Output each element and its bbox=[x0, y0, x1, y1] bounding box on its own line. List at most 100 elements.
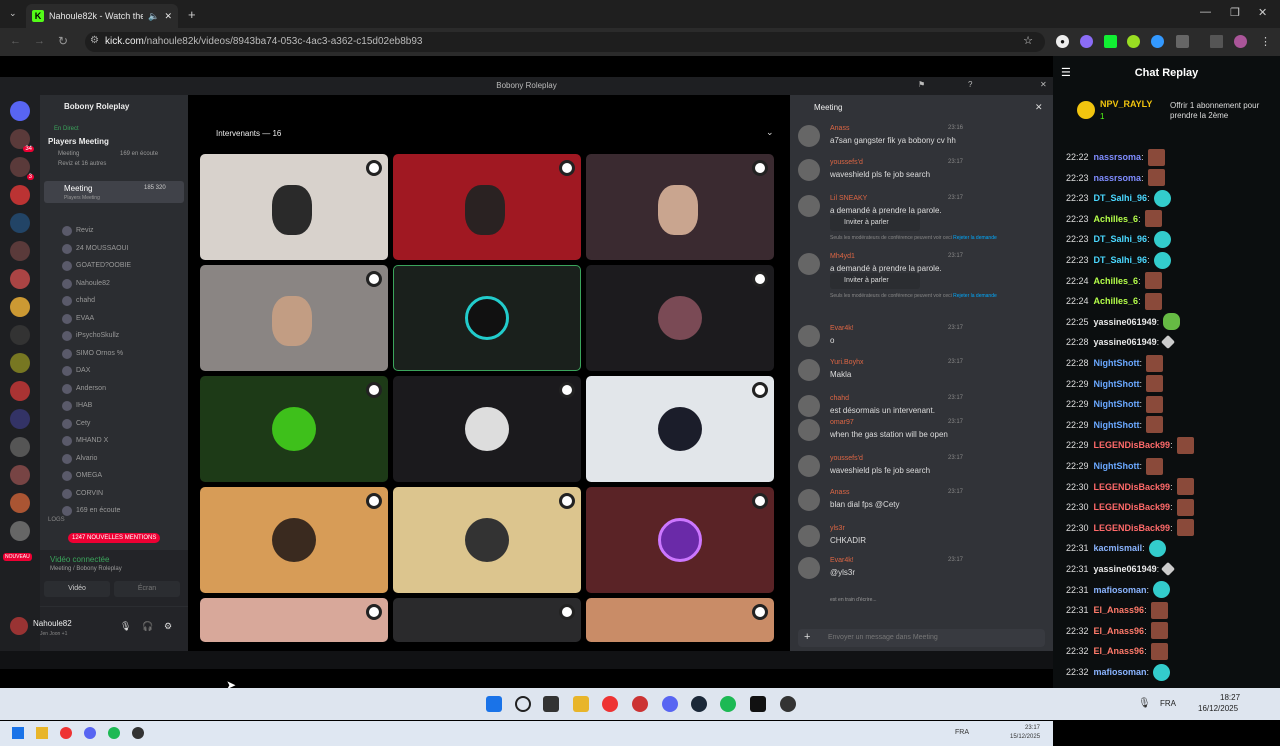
server-icon[interactable] bbox=[10, 409, 30, 429]
message-username[interactable]: NightShott bbox=[1094, 358, 1140, 368]
search-icon[interactable] bbox=[515, 696, 531, 712]
message-username[interactable]: LEGENDisBack99 bbox=[1094, 502, 1171, 512]
extension-icon-1[interactable]: ● bbox=[1056, 35, 1069, 48]
video-tile[interactable] bbox=[393, 598, 581, 642]
stage-title[interactable]: Players Meeting bbox=[48, 137, 109, 146]
server-name[interactable]: Bobony Roleplay bbox=[64, 102, 129, 111]
server-icon[interactable] bbox=[10, 297, 30, 317]
help-icon[interactable]: ? bbox=[968, 80, 972, 89]
avatar[interactable] bbox=[798, 325, 820, 347]
message-author[interactable]: Yuri.Boyhx bbox=[830, 359, 863, 366]
spotify-icon[interactable] bbox=[720, 696, 736, 712]
message-username[interactable]: yassine061949 bbox=[1094, 337, 1157, 347]
server-icon[interactable] bbox=[10, 185, 30, 205]
video-tile[interactable] bbox=[586, 376, 774, 482]
video-tile[interactable] bbox=[586, 598, 774, 642]
menu-lines-icon[interactable] bbox=[1210, 35, 1223, 48]
message-username[interactable]: El_Anass96 bbox=[1094, 646, 1145, 656]
os-lang[interactable]: FRA bbox=[1160, 699, 1176, 708]
reject-link[interactable]: Rejeter la demande bbox=[953, 293, 997, 299]
extension-icon-2[interactable] bbox=[1080, 35, 1093, 48]
app-icon[interactable] bbox=[780, 696, 796, 712]
avatar[interactable] bbox=[798, 159, 820, 181]
message-author[interactable]: Evar4k! bbox=[830, 325, 854, 332]
avatar[interactable] bbox=[798, 557, 820, 579]
avatar[interactable] bbox=[798, 195, 820, 217]
message-username[interactable]: NightShott bbox=[1094, 379, 1140, 389]
server-icon[interactable] bbox=[10, 241, 30, 261]
headphones-icon[interactable]: 🎧 bbox=[142, 621, 153, 632]
extension-icon-3[interactable] bbox=[1104, 35, 1117, 48]
screen-button[interactable]: Écran bbox=[114, 581, 180, 597]
message-username[interactable]: kacmismail bbox=[1094, 543, 1143, 553]
bookmark-star-icon[interactable]: ☆ bbox=[1023, 34, 1033, 47]
message-username[interactable]: Achilles_6 bbox=[1094, 276, 1139, 286]
server-icon[interactable] bbox=[10, 325, 30, 345]
avatar[interactable] bbox=[798, 253, 820, 275]
message-author[interactable]: Anass bbox=[830, 489, 849, 496]
site-info-icon[interactable]: ⚙ bbox=[90, 35, 99, 46]
video-tile[interactable] bbox=[586, 154, 774, 260]
video-tile[interactable] bbox=[200, 487, 388, 593]
message-username[interactable]: LEGENDisBack99 bbox=[1094, 523, 1171, 533]
message-author[interactable]: youssefs'd bbox=[830, 455, 863, 462]
folder-icon[interactable] bbox=[573, 696, 589, 712]
message-username[interactable]: NightShott bbox=[1094, 399, 1140, 409]
invite-to-speak-button[interactable]: Inviter à parler bbox=[830, 215, 920, 231]
os-time[interactable]: 18:27 bbox=[1220, 693, 1240, 702]
restore-icon[interactable]: ❐ bbox=[1230, 6, 1240, 19]
avatar[interactable] bbox=[798, 395, 820, 417]
extension-icon-5[interactable] bbox=[1151, 35, 1164, 48]
message-username[interactable]: El_Anass96 bbox=[1094, 626, 1145, 636]
message-username[interactable]: LEGENDisBack99 bbox=[1094, 482, 1171, 492]
message-username[interactable]: Achilles_6 bbox=[1094, 296, 1139, 306]
server-icon[interactable] bbox=[10, 353, 30, 373]
chat-close-icon[interactable]: ✕ bbox=[1035, 102, 1043, 113]
reject-link[interactable]: Rejeter la demande bbox=[953, 235, 997, 241]
tab-close-icon[interactable]: ✕ bbox=[164, 11, 172, 22]
message-username[interactable]: DT_Salhi_96 bbox=[1094, 255, 1148, 265]
video-tile[interactable] bbox=[586, 265, 774, 371]
chrome-icon[interactable] bbox=[602, 696, 618, 712]
message-username[interactable]: Achilles_6 bbox=[1094, 214, 1139, 224]
discord-close-icon[interactable]: ✕ bbox=[1040, 80, 1047, 89]
message-username[interactable]: NightShott bbox=[1094, 420, 1140, 430]
message-author[interactable]: chahd bbox=[830, 395, 849, 402]
video-tile[interactable] bbox=[200, 376, 388, 482]
settings-gear-icon[interactable]: ⚙ bbox=[164, 621, 172, 632]
message-author[interactable]: omar97 bbox=[830, 419, 854, 426]
close-window-icon[interactable]: ✕ bbox=[1258, 6, 1267, 19]
mic-icon[interactable]: 🎙 bbox=[120, 621, 131, 632]
server-icon[interactable] bbox=[10, 101, 30, 121]
message-username[interactable]: nassrsoma bbox=[1094, 152, 1142, 162]
message-username[interactable]: yassine061949 bbox=[1094, 564, 1157, 574]
video-button[interactable]: Vidéo bbox=[44, 581, 110, 597]
tab-list-icon[interactable]: ⌄ bbox=[9, 8, 17, 19]
message-author[interactable]: Mh4yd1 bbox=[830, 253, 855, 260]
meeting-channel[interactable]: Meeting 185 320 Players Meeting bbox=[44, 181, 184, 203]
server-icon[interactable] bbox=[10, 269, 30, 289]
invite-to-speak-button[interactable]: Inviter à parler bbox=[830, 273, 920, 289]
add-attachment-icon[interactable]: + bbox=[804, 631, 810, 643]
video-tile[interactable] bbox=[200, 154, 388, 260]
windows-start-icon[interactable] bbox=[486, 696, 502, 712]
inbox-icon[interactable]: ⚑ bbox=[918, 80, 925, 89]
steam-icon[interactable] bbox=[691, 696, 707, 712]
message-author[interactable]: youssefs'd bbox=[830, 159, 863, 166]
app-icon[interactable] bbox=[632, 696, 648, 712]
avatar[interactable] bbox=[798, 125, 820, 147]
video-tile[interactable] bbox=[393, 487, 581, 593]
profile-avatar-icon[interactable] bbox=[1234, 35, 1247, 48]
server-icon[interactable]: 34 bbox=[10, 129, 34, 152]
tab-kick[interactable]: K Nahoule82k - Watch the V0 🔈 ✕ bbox=[26, 4, 178, 28]
avatar[interactable] bbox=[798, 489, 820, 511]
message-author[interactable]: Evar4k! bbox=[830, 557, 854, 564]
forward-icon[interactable]: → bbox=[34, 35, 45, 47]
more-menu-icon[interactable]: ⋮ bbox=[1260, 35, 1271, 48]
video-tile[interactable] bbox=[200, 265, 388, 371]
chevron-down-icon[interactable]: ⌄ bbox=[766, 127, 774, 138]
message-username[interactable]: DT_Salhi_96 bbox=[1094, 193, 1148, 203]
message-username[interactable]: yassine061949 bbox=[1094, 317, 1157, 327]
video-tile[interactable] bbox=[200, 598, 388, 642]
video-tile[interactable] bbox=[393, 154, 581, 260]
